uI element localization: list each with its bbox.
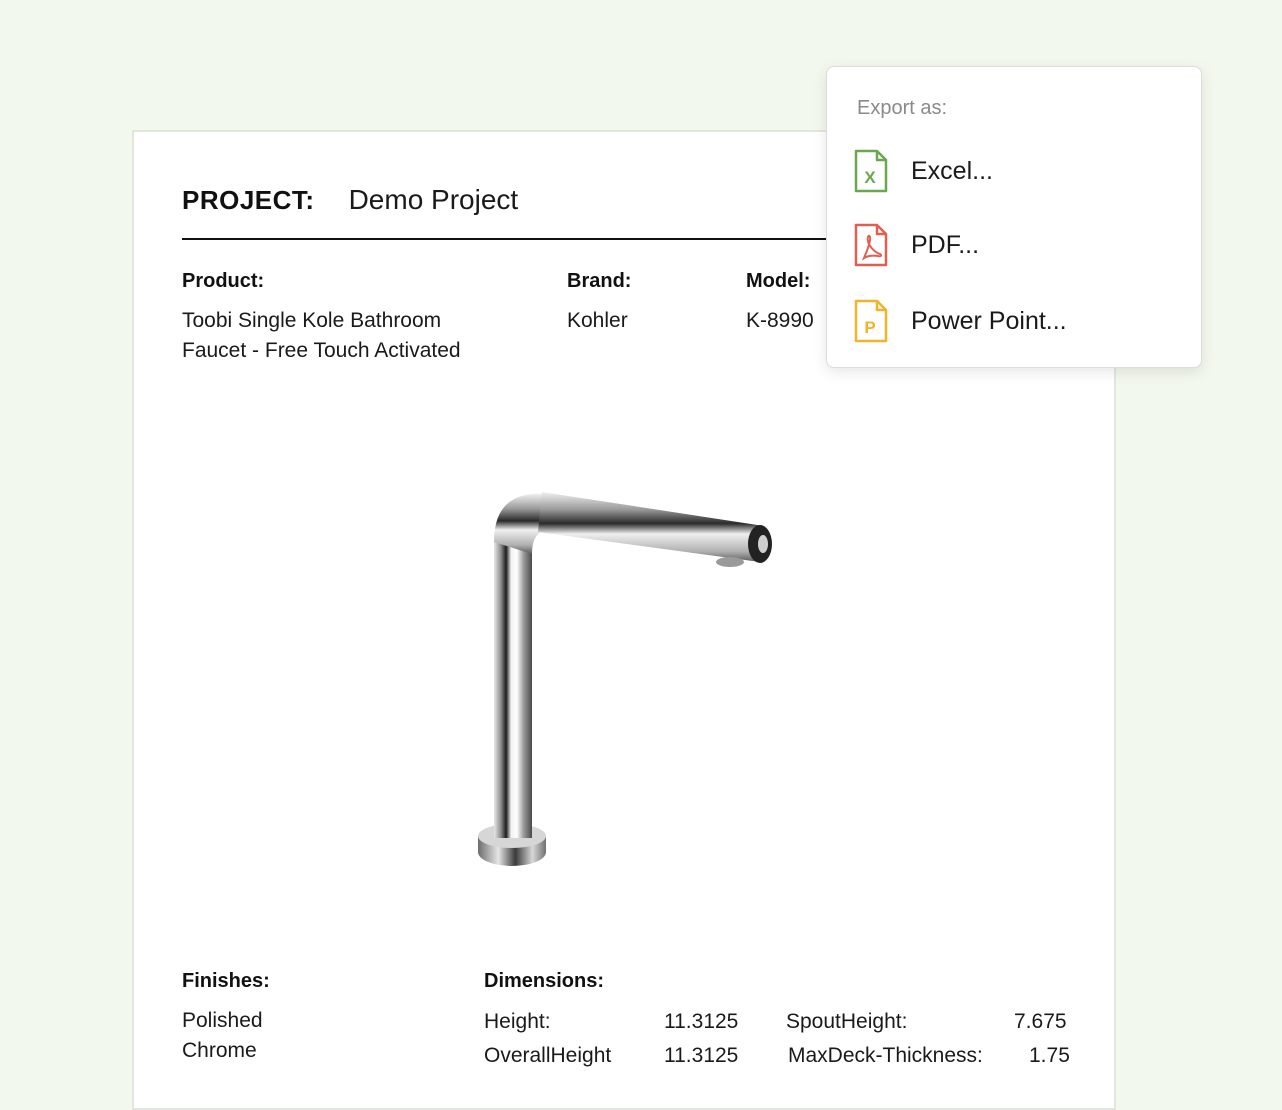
project-label: PROJECT: <box>182 185 315 215</box>
export-powerpoint-item[interactable]: P Power Point... <box>827 291 1201 351</box>
dimension-maxdeck-name: MaxDeck-Thickness: <box>788 1044 983 1067</box>
export-powerpoint-label: Power Point... <box>911 307 1067 335</box>
excel-file-icon: X <box>854 149 888 193</box>
product-image <box>438 450 782 910</box>
export-menu-title: Export as: <box>857 97 948 119</box>
model-label: Model: <box>746 270 811 292</box>
finishes-value: Polished Chrome <box>182 1009 263 1062</box>
dimension-height-value: 11.3125 <box>664 1010 739 1033</box>
brand-value: Kohler <box>567 309 628 332</box>
project-header: PROJECT: Demo Project <box>182 184 518 216</box>
faucet-image <box>478 492 772 866</box>
product-label: Product: <box>182 270 265 292</box>
project-name: Demo Project <box>348 184 519 215</box>
pdf-file-icon <box>854 223 888 267</box>
export-menu: Export as: X Excel... PDF... P Power Poi… <box>826 66 1202 368</box>
dimension-maxdeck-value: 1.75 <box>1029 1044 1070 1067</box>
dimension-overallheight-name: OverallHeight <box>484 1044 612 1067</box>
product-value: Toobi Single Kole Bathroom Faucet - Free… <box>182 309 461 362</box>
dimension-spoutheight-name: SpoutHeight: <box>786 1010 908 1033</box>
brand-label: Brand: <box>567 270 632 292</box>
dimension-overallheight-value: 11.3125 <box>664 1044 739 1067</box>
dimension-spoutheight-value: 7.675 <box>1014 1010 1067 1033</box>
powerpoint-file-icon: P <box>854 299 888 343</box>
svg-text:P: P <box>864 318 875 337</box>
model-value: K-8990 <box>746 309 814 332</box>
export-excel-label: Excel... <box>911 157 993 185</box>
export-excel-item[interactable]: X Excel... <box>827 141 1201 201</box>
finishes-label: Finishes: <box>182 970 270 992</box>
header-divider <box>182 238 872 240</box>
export-pdf-item[interactable]: PDF... <box>827 215 1201 275</box>
export-pdf-label: PDF... <box>911 231 980 259</box>
svg-text:X: X <box>864 168 876 187</box>
dimensions-label: Dimensions: <box>484 970 605 992</box>
dimension-height-name: Height: <box>484 1010 551 1033</box>
